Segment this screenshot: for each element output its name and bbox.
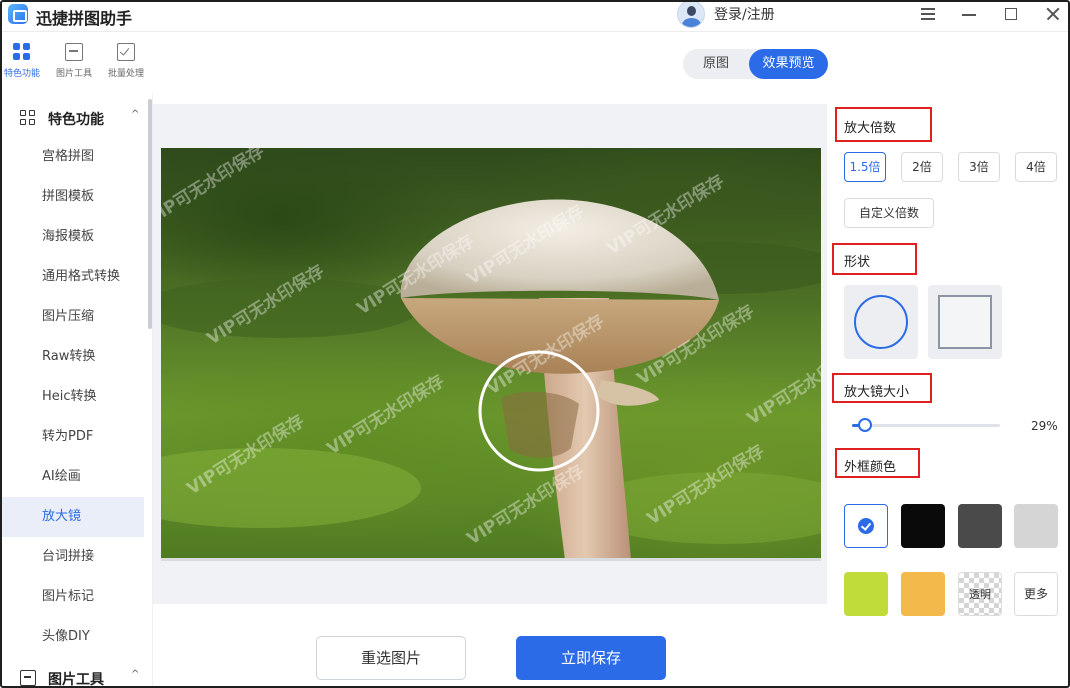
shape-title: 形状 — [844, 255, 871, 270]
zoom-option-1-5x[interactable]: 1.5倍 — [844, 152, 886, 182]
mushroom-photo — [161, 199, 821, 560]
user-avatar[interactable] — [677, 0, 705, 28]
section-featured-header[interactable]: 特色功能 ^ — [0, 95, 148, 139]
sidebar-item-to-pdf[interactable]: 转为PDF — [0, 417, 144, 457]
section-featured-label: 特色功能 — [48, 112, 104, 128]
menu-icon[interactable] — [917, 3, 939, 25]
sidebar-item-ai-paint[interactable]: AI绘画 — [0, 457, 144, 497]
zoom-option-2x[interactable]: 2倍 — [901, 152, 943, 182]
shape-circle-option[interactable] — [844, 285, 918, 359]
image-tool-icon — [65, 43, 83, 61]
color-swatch-lime[interactable] — [844, 572, 888, 616]
more-colors-button[interactable]: 更多 — [1014, 572, 1058, 616]
zoom-title: 放大倍数 — [844, 121, 897, 136]
section-tools-header[interactable]: 图片工具 ^ — [0, 655, 148, 688]
color-swatch-white[interactable] — [844, 504, 888, 548]
category-image-tools[interactable]: 图片工具 — [49, 43, 99, 79]
sidebar-item-heic-convert[interactable]: Heic转换 — [0, 377, 144, 417]
chevron-up-icon: ^ — [131, 109, 140, 120]
view-toggle: 原图 效果预览 — [683, 49, 828, 79]
sidebar-item-subtitle-stitch[interactable]: 台词拼接 — [0, 537, 144, 577]
sidebar-item-magnifier[interactable]: 放大镜 — [0, 497, 144, 537]
login-link[interactable]: 登录/注册 — [714, 4, 775, 24]
category-image-tools-label: 图片工具 — [55, 69, 92, 79]
color-swatch-dark-gray[interactable] — [958, 504, 1002, 548]
circle-shape-icon — [854, 295, 908, 349]
save-now-button[interactable]: 立即保存 — [516, 636, 666, 680]
sidebar-item-image-mark[interactable]: 图片标记 — [0, 577, 144, 617]
minimize-icon[interactable] — [958, 3, 980, 25]
preview-image[interactable]: VIP可无水印保存 VIP可无水印保存 VIP可无水印保存 VIP可无水印保存 … — [161, 148, 821, 560]
section-tool-icon — [20, 670, 36, 686]
square-shape-icon — [938, 295, 992, 349]
size-slider[interactable] — [852, 424, 1000, 427]
sidebar-item-raw-convert[interactable]: Raw转换 — [0, 337, 144, 377]
category-batch-label: 批量处理 — [107, 69, 144, 79]
app-logo-icon — [8, 4, 28, 24]
app-title: 迅捷拼图助手 — [36, 9, 133, 28]
close-icon[interactable] — [1042, 3, 1064, 25]
category-featured[interactable]: 特色功能 — [0, 43, 47, 79]
color-swatch-black[interactable] — [901, 504, 945, 548]
chevron-up-icon: ^ — [131, 669, 140, 680]
top-category-bar: 特色功能 图片工具 批量处理 — [0, 33, 153, 93]
size-slider-handle[interactable] — [858, 418, 872, 432]
batch-check-icon — [117, 43, 135, 61]
section-tools-label: 图片工具 — [48, 672, 104, 688]
size-value: 29% — [1031, 419, 1058, 433]
sidebar-item-avatar-diy[interactable]: 头像DIY — [0, 617, 144, 657]
color-swatch-orange[interactable] — [901, 572, 945, 616]
reselect-image-button[interactable]: 重选图片 — [316, 636, 466, 680]
shape-square-option[interactable] — [928, 285, 1002, 359]
size-title: 放大镜大小 — [844, 385, 910, 400]
maximize-icon[interactable] — [1000, 3, 1022, 25]
sidebar-item-poster-template[interactable]: 海报模板 — [0, 217, 144, 257]
sidebar-item-grid-collage[interactable]: 宫格拼图 — [0, 137, 144, 177]
title-bar: 迅捷拼图助手 登录/注册 — [0, 0, 1070, 32]
check-icon — [858, 518, 874, 534]
color-swatch-transparent[interactable]: 透明 — [958, 572, 1002, 616]
category-featured-label: 特色功能 — [3, 69, 40, 79]
zoom-option-4x[interactable]: 4倍 — [1015, 152, 1057, 182]
border-color-title: 外框颜色 — [844, 460, 897, 475]
sidebar-item-compress[interactable]: 图片压缩 — [0, 297, 144, 337]
zoom-option-3x[interactable]: 3倍 — [958, 152, 1000, 182]
sidebar-item-format-convert[interactable]: 通用格式转换 — [0, 257, 144, 297]
custom-zoom-button[interactable]: 自定义倍数 — [844, 198, 934, 228]
section-grid-icon — [20, 110, 36, 126]
tab-original[interactable]: 原图 — [683, 49, 749, 79]
image-divider — [161, 558, 821, 561]
sidebar-scrollbar[interactable] — [148, 99, 152, 329]
sidebar-item-collage-template[interactable]: 拼图模板 — [0, 177, 144, 217]
color-swatch-light-gray[interactable] — [1014, 504, 1058, 548]
tab-effect-preview[interactable]: 效果预览 — [749, 49, 828, 79]
category-batch[interactable]: 批量处理 — [101, 43, 151, 79]
grid-icon — [13, 43, 31, 61]
sidebar: 特色功能 ^ 宫格拼图 拼图模板 海报模板 通用格式转换 图片压缩 Raw转换 … — [0, 93, 153, 688]
